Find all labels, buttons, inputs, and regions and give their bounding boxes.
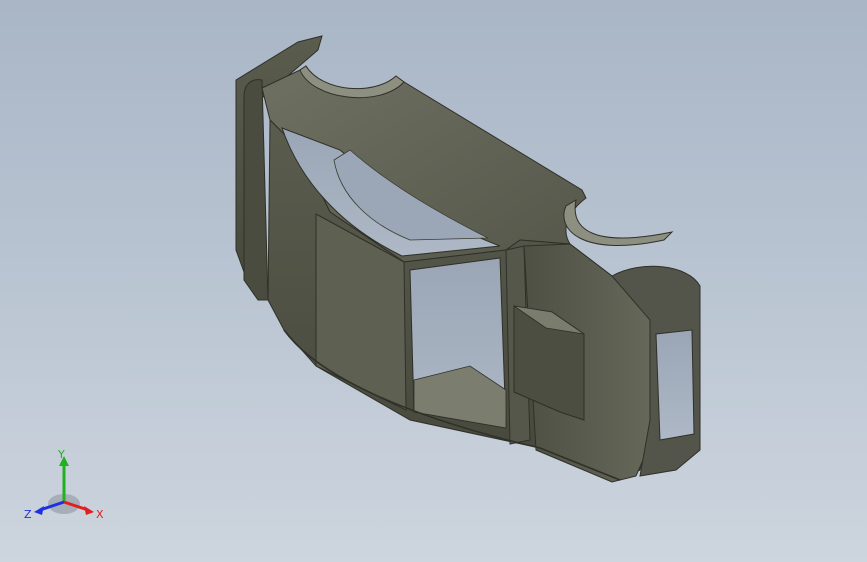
front-grille-opening (655, 329, 695, 441)
y-axis-label: Y (57, 448, 65, 461)
cab-body-model[interactable] (0, 0, 867, 562)
x-axis-label: X (96, 508, 104, 521)
3d-viewport[interactable]: Y X Z (0, 0, 867, 562)
rear-end-face (243, 79, 269, 301)
coordinate-triad: Y X Z (24, 448, 104, 521)
front-cutout (563, 198, 674, 246)
z-axis-label: Z (24, 508, 32, 521)
